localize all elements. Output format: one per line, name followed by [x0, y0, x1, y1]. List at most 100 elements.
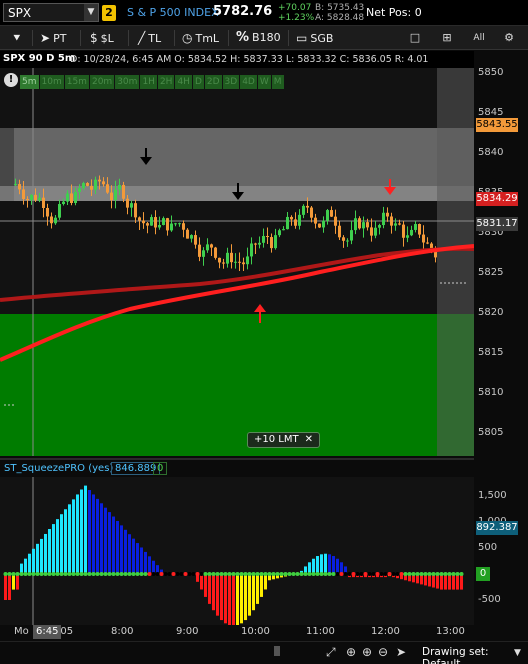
timeframe-button[interactable]: 20m — [89, 75, 115, 89]
zoom-out-icon[interactable]: ⊖ — [378, 645, 388, 659]
squeeze-dot — [387, 572, 392, 576]
squeeze-dot — [271, 572, 276, 576]
chevron-down-icon[interactable]: ▼ — [514, 648, 521, 658]
candle-body — [294, 219, 297, 226]
grid-icon[interactable]: ⊞ — [438, 29, 456, 47]
candle-body — [178, 223, 181, 225]
timeframe-button[interactable]: 4H — [175, 75, 192, 89]
squeeze-dot — [363, 572, 368, 576]
histogram-bar — [4, 574, 7, 600]
timeframe-button[interactable]: 15m — [64, 75, 89, 89]
trendline-tool-button[interactable]: ╱ TL — [138, 26, 161, 50]
histogram-bar — [68, 504, 71, 574]
symbol-dropdown-icon[interactable]: ▼ — [84, 4, 98, 21]
link-group-badge[interactable]: 2 — [102, 5, 116, 21]
working-order-chip[interactable]: +10 LMT ✕ — [247, 432, 320, 448]
squeeze-dot — [107, 572, 112, 576]
histogram-bar — [32, 548, 35, 574]
histogram-bar — [244, 574, 247, 621]
timeframe-button[interactable]: 2H — [157, 75, 175, 89]
squeeze-dot — [247, 572, 252, 576]
expand-icon[interactable]: ⤢ — [326, 645, 336, 660]
squeeze-dot — [83, 572, 88, 576]
price-axis[interactable]: 5850584558405835583058255820581558105805… — [474, 67, 528, 456]
box-tool-button[interactable]: ▭ SGB — [296, 26, 333, 50]
alert-icon[interactable]: ! — [4, 73, 18, 87]
price-chart-svg[interactable] — [0, 68, 474, 456]
pointer-icon[interactable]: ➤ — [396, 645, 406, 659]
percent-tool-button[interactable]: % B180 — [236, 26, 281, 50]
symbol-description: S & P 500 INDEX — [127, 6, 219, 19]
squeeze-dot — [251, 572, 256, 576]
squeeze-dot — [283, 572, 288, 576]
candle-body — [346, 240, 349, 242]
timeframe-button[interactable]: 1H — [140, 75, 157, 89]
price-chart[interactable] — [0, 68, 474, 456]
squeeze-dot — [171, 572, 176, 576]
candle-body — [414, 224, 417, 230]
pointer-label: PT — [53, 32, 67, 45]
timeframe-button[interactable]: W — [257, 75, 271, 89]
zoom-in-icon[interactable]: ⊕ — [362, 645, 372, 659]
box-label: SGB — [310, 32, 334, 45]
timeframe-button[interactable]: 10m — [39, 75, 64, 89]
histogram-bar — [56, 519, 59, 574]
histogram-bar — [452, 574, 455, 590]
squeeze-dot — [339, 572, 344, 576]
chart-symbol-timeframe[interactable]: SPX 90 D 5m — [3, 53, 75, 64]
candle-body — [338, 225, 341, 238]
indicator-tick-label: 1,500 — [478, 490, 507, 501]
histogram-bar — [456, 574, 459, 590]
timeframe-button[interactable]: M — [271, 75, 284, 89]
histogram-bar — [232, 574, 235, 625]
squeeze-dot — [423, 572, 428, 576]
timeframe-button[interactable]: 30m — [115, 75, 140, 89]
timeframe-button[interactable]: 5m — [20, 75, 39, 89]
pointer-tool-button[interactable]: ➤ PT — [40, 26, 66, 50]
squeeze-indicator-chart[interactable] — [0, 477, 474, 625]
squeeze-dot — [87, 572, 92, 576]
squeeze-dot — [415, 572, 420, 576]
pan-icon[interactable]: ⊕ — [346, 645, 356, 659]
candle-body — [22, 189, 25, 199]
candle-body — [378, 225, 381, 228]
histogram-bar — [252, 574, 255, 611]
histogram-bar — [136, 543, 139, 574]
price-level-tool-button[interactable]: $ $L — [90, 26, 114, 50]
time-axis[interactable]: Mo :05 8:00 9:00 10:00 11:00 12:00 13:00 — [0, 625, 474, 641]
timeframe-button[interactable]: 2D — [204, 75, 222, 89]
close-icon[interactable]: ✕ — [305, 434, 313, 445]
indicator-header: ST_SqueezePRO (yes) 846.889 0 — [0, 458, 474, 477]
histogram-bar — [92, 494, 95, 574]
price-tick-label: 5820 — [478, 307, 504, 318]
timeframe-button[interactable]: D — [192, 75, 204, 89]
all-button[interactable]: All — [470, 29, 488, 47]
change-box: +70.07 +1.23% — [278, 3, 314, 23]
candle-body — [86, 183, 89, 186]
chart-info-header: SPX 90 D 5m D: 10/28/24, 6:45 AM O: 5834… — [0, 51, 474, 68]
scroll-handle[interactable] — [274, 646, 280, 656]
candle-body — [286, 216, 289, 230]
pin-tool-button[interactable]: ⯆ — [12, 26, 25, 50]
candle-body — [254, 243, 257, 245]
squeeze-dot — [311, 572, 316, 576]
squeeze-dot — [183, 572, 188, 576]
squeeze-dot — [407, 572, 412, 576]
squeeze-dot — [131, 572, 136, 576]
indicator-axis: 1,5001,0005000-500 892.387 0 — [474, 477, 528, 625]
histogram-bar — [96, 498, 99, 574]
candle-body — [430, 243, 433, 249]
squeeze-indicator-svg[interactable] — [0, 477, 474, 625]
settings-icon[interactable]: ⚙ — [500, 29, 518, 47]
timeframe-button[interactable]: 4D — [240, 75, 257, 89]
squeeze-dot — [103, 572, 108, 576]
indicator-name[interactable]: ST_SqueezePRO (yes) — [4, 463, 113, 474]
candle-body — [174, 223, 177, 225]
square-icon[interactable]: □ — [406, 29, 424, 47]
squeeze-dot — [235, 572, 240, 576]
expansion-area — [437, 68, 474, 456]
timeframe-button[interactable]: 3D — [222, 75, 240, 89]
drawing-set-label[interactable]: Drawing set: Default — [422, 646, 528, 664]
price-tick-label: 5825 — [478, 267, 504, 278]
timeline-tool-button[interactable]: ◷ TmL — [182, 26, 219, 50]
